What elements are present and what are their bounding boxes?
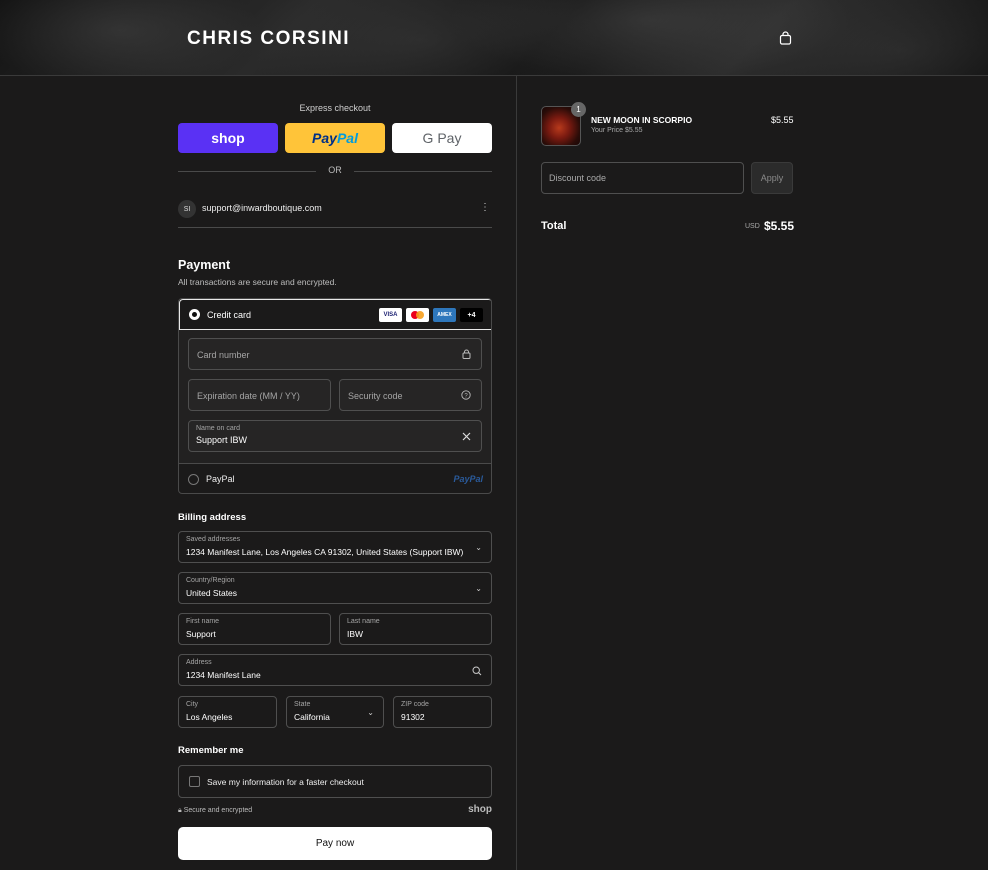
help-icon[interactable]: ? <box>461 390 471 400</box>
product-price: $5.55 <box>771 115 794 125</box>
remember-heading: Remember me <box>178 745 244 756</box>
product-your-price: Your Price $5.55 <box>591 127 643 134</box>
shop-logo: shop <box>468 804 492 815</box>
security-placeholder: Security code <box>348 391 403 401</box>
address-value: 1234 Manifest Lane <box>186 670 261 680</box>
chevron-down-icon: ⌄ <box>367 708 374 717</box>
address-field[interactable]: Address 1234 Manifest Lane <box>178 654 492 686</box>
header-banner: CHRIS CORSINI <box>0 0 988 76</box>
pay-now-button[interactable]: Pay now <box>178 827 492 860</box>
credit-card-option[interactable]: Credit card VISA AMEX +4 <box>179 299 491 330</box>
credit-card-radio[interactable] <box>189 309 200 320</box>
chevron-down-icon: ⌄ <box>475 543 482 552</box>
save-info-label: Save my information for a faster checkou… <box>207 777 364 787</box>
payment-methods: Credit card VISA AMEX +4 Card number Exp… <box>178 298 492 494</box>
account-row: SI support@inwardboutique.com ⋮ <box>178 199 492 228</box>
card-number-placeholder: Card number <box>197 350 250 360</box>
visa-icon: VISA <box>379 308 402 322</box>
country-select[interactable]: Country/Region United States ⌄ <box>178 572 492 604</box>
secure-label: Secure and encrypted <box>183 807 253 814</box>
city-value: Los Angeles <box>186 712 233 722</box>
last-name-label: Last name <box>347 618 380 625</box>
lock-icon: 🔒︎ <box>178 807 182 814</box>
paypal-label: PayPal <box>206 474 235 484</box>
card-number-field[interactable]: Card number <box>188 338 482 370</box>
zip-field[interactable]: ZIP code 91302 <box>393 696 492 728</box>
security-code-field[interactable]: Security code ? <box>339 379 482 411</box>
billing-heading: Billing address <box>178 512 247 523</box>
save-info-option[interactable]: Save my information for a faster checkou… <box>178 765 492 798</box>
state-select[interactable]: State California ⌄ <box>286 696 384 728</box>
saved-addresses-label: Saved addresses <box>186 536 241 543</box>
more-options-icon[interactable]: ⋮ <box>480 202 490 213</box>
country-label: Country/Region <box>186 577 235 584</box>
discount-code-input[interactable]: Discount code <box>541 162 744 194</box>
last-name-field[interactable]: Last name IBW <box>339 613 492 645</box>
clear-icon[interactable] <box>462 432 471 441</box>
shopping-bag-icon[interactable] <box>779 31 792 45</box>
paypal-radio[interactable] <box>188 474 199 485</box>
more-cards-badge: +4 <box>460 308 483 322</box>
first-name-value: Support <box>186 629 216 639</box>
expiration-placeholder: Expiration date (MM / YY) <box>197 391 300 401</box>
amex-icon: AMEX <box>433 308 456 322</box>
first-name-label: First name <box>186 618 220 625</box>
zip-value: 91302 <box>401 712 425 722</box>
google-pay-button[interactable]: G Pay <box>392 123 492 153</box>
total-amount: $5.55 <box>764 219 795 233</box>
last-name-value: IBW <box>347 629 364 639</box>
total-label: Total <box>541 220 567 232</box>
secure-note: 🔒︎ Secure and encrypted <box>178 807 252 815</box>
column-divider <box>516 76 517 870</box>
total-currency: USD <box>745 223 760 230</box>
state-label: State <box>294 701 311 708</box>
brand-logo[interactable]: CHRIS CORSINI <box>187 28 350 50</box>
paypal-text-a: Pay <box>312 130 337 146</box>
paypal-option[interactable]: PayPal PayPal <box>179 463 491 493</box>
credit-card-form: Card number Expiration date (MM / YY) Se… <box>179 330 491 463</box>
express-checkout-label: Express checkout <box>299 103 371 113</box>
expiration-date-field[interactable]: Expiration date (MM / YY) <box>188 379 331 411</box>
paypal-express-button[interactable]: Pay Pal <box>285 123 385 153</box>
or-label: OR <box>328 165 342 175</box>
card-logos: VISA AMEX +4 <box>379 308 483 322</box>
country-value: United States <box>186 588 238 598</box>
credit-card-label: Credit card <box>207 310 252 320</box>
address-label: Address <box>186 659 212 666</box>
search-icon <box>472 666 482 676</box>
paypal-logo: PayPal <box>453 474 483 484</box>
or-separator: OR <box>178 165 492 177</box>
product-name: NEW MOON IN SCORPIO <box>591 115 693 125</box>
city-field[interactable]: City Los Angeles <box>178 696 277 728</box>
mastercard-icon <box>406 308 429 322</box>
state-value: California <box>294 712 330 722</box>
saved-addresses-value: 1234 Manifest Lane, Los Angeles CA 91302… <box>186 547 464 557</box>
city-label: City <box>186 701 199 708</box>
avatar: SI <box>178 200 196 218</box>
saved-addresses-select[interactable]: Saved addresses 1234 Manifest Lane, Los … <box>178 531 492 563</box>
name-on-card-label: Name on card <box>196 425 240 432</box>
discount-placeholder: Discount code <box>549 173 607 183</box>
lock-icon <box>462 349 471 359</box>
paypal-text-b: Pal <box>336 130 358 146</box>
name-on-card-value: Support IBW <box>196 435 248 445</box>
payment-heading: Payment <box>178 258 231 272</box>
chevron-down-icon: ⌄ <box>475 584 482 593</box>
name-on-card-field[interactable]: Name on card Support IBW <box>188 420 482 452</box>
first-name-field[interactable]: First name Support <box>178 613 331 645</box>
save-info-checkbox[interactable] <box>189 776 200 787</box>
zip-label: ZIP code <box>401 701 429 708</box>
account-email: support@inwardboutique.com <box>202 203 322 213</box>
apply-discount-button[interactable]: Apply <box>751 162 793 194</box>
payment-subtitle: All transactions are secure and encrypte… <box>178 277 337 287</box>
quantity-badge: 1 <box>571 102 586 117</box>
shop-pay-button[interactable]: shop <box>178 123 278 153</box>
